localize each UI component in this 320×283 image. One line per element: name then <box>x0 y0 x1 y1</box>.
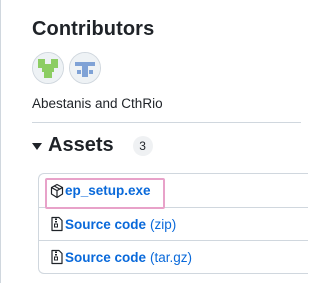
file-zip-icon <box>50 216 64 232</box>
release-sidebar: Contributors Abestanis and CthRio Assets… <box>0 0 308 283</box>
avatar-abestanis[interactable] <box>32 52 64 84</box>
assets-heading: Assets <box>48 134 114 156</box>
left-border <box>0 0 1 283</box>
asset-name: Source code <box>65 216 147 232</box>
asset-suffix: (tar.gz) <box>150 249 193 265</box>
list-item: Source code (tar.gz) <box>39 240 308 273</box>
contributor-names: Abestanis and CthRio <box>32 96 163 111</box>
identicon-blue-avatar <box>70 53 100 83</box>
assets-count-badge: 3 <box>132 135 153 156</box>
asset-link-ep-setup[interactable]: ep_setup.exe <box>65 183 151 198</box>
avatar-cthrio[interactable] <box>69 52 101 84</box>
contributors-heading: Contributors <box>32 18 155 40</box>
section-divider <box>32 122 301 123</box>
contributor-avatars <box>32 52 101 84</box>
asset-suffix: (zip) <box>150 216 177 232</box>
file-zip-icon <box>50 249 64 265</box>
identicon-green-avatar <box>33 53 63 83</box>
asset-link-source-targz[interactable]: Source code (tar.gz) <box>65 250 192 265</box>
asset-name: Source code <box>65 249 147 265</box>
list-item: Source code (zip) <box>39 207 308 240</box>
list-item: ep_setup.exe <box>39 174 308 207</box>
assets-summary-toggle[interactable]: Assets 3 <box>32 134 153 157</box>
package-icon <box>50 183 64 199</box>
asset-link-source-zip[interactable]: Source code (zip) <box>65 217 176 232</box>
asset-list: ep_setup.exe Source code (zip) Source co… <box>38 173 308 274</box>
caret-down-icon <box>32 143 42 150</box>
